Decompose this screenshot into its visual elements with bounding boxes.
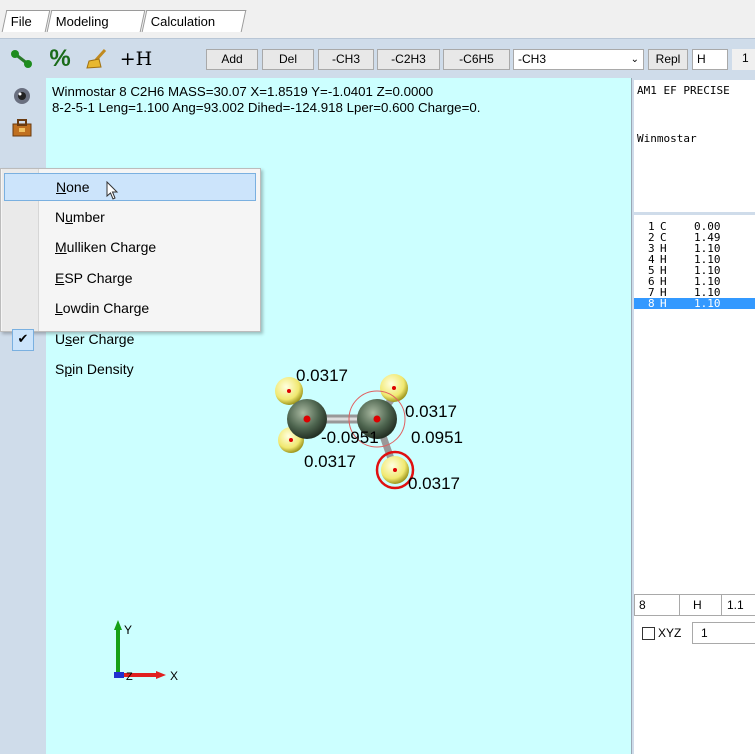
delete-button[interactable]: Del [262, 49, 314, 70]
atom-edit-row[interactable]: 8 H 1.1 [634, 594, 755, 616]
edit-atom-element[interactable]: H [693, 598, 702, 612]
keyword-textarea[interactable]: AM1 EF PRECISE Winmostar [634, 80, 755, 212]
charge-label-c2: 0.0951 [411, 428, 463, 447]
checkmark-icon: ✔ [12, 328, 34, 351]
tab-modeling[interactable]: Modeling [46, 10, 146, 32]
charge-label-c1: -0.0951 [321, 428, 379, 447]
atom-h-top-right[interactable] [380, 374, 408, 402]
menu-item-esp-charge[interactable]: ESP Charge [4, 265, 256, 293]
axis-x-label: X [170, 669, 178, 683]
output-area [634, 655, 755, 754]
edit-atom-number[interactable]: 8 [639, 598, 646, 612]
add-button[interactable]: Add [206, 49, 258, 70]
menu-item-spin-density[interactable]: Spin Density [4, 356, 256, 384]
ch3-button[interactable]: -CH3 [318, 49, 374, 70]
divider [721, 595, 722, 615]
axis-triad [114, 620, 166, 679]
tab-file[interactable]: File [1, 10, 51, 32]
replace-button[interactable]: Repl [648, 49, 688, 70]
xyz-checkbox[interactable] [642, 627, 655, 640]
menu-item-number[interactable]: Number [4, 204, 256, 232]
menu-item-label: Number [55, 208, 105, 225]
tab-strip: File Modeling Calculation [0, 0, 755, 38]
menu-item-label: Spin Density [55, 361, 134, 377]
c2h3-button[interactable]: -C2H3 [377, 49, 440, 70]
bond-tool-icon[interactable] [8, 45, 36, 73]
add-hydrogen-icon[interactable]: +H [120, 45, 153, 73]
label-type-menu: None Number Mulliken Charge ESP Charge Lowdi… [0, 168, 261, 377]
axis-z-label: Z [126, 671, 133, 683]
menu-item-lowdin-charge[interactable]: Lowdin Charge [4, 295, 256, 323]
fragment-select[interactable]: -CH3 ⌄ [513, 49, 644, 70]
atom-row[interactable]: 8 H 1.10 [634, 298, 755, 309]
toolbar: % +H Add Del -CH3 -C2H3 -C6H5 -CH3 ⌄ Rep… [0, 38, 755, 79]
menu-item-none[interactable]: None [4, 173, 256, 201]
atom-field[interactable]: H [692, 49, 728, 70]
chevron-down-icon: ⌄ [630, 54, 639, 65]
divider [679, 595, 680, 615]
toolbox-icon[interactable] [11, 118, 33, 141]
charge-label-h4: 0.0317 [408, 474, 460, 493]
broom-icon[interactable] [84, 45, 112, 73]
menu-item-label: Mulliken Charge [55, 239, 157, 255]
edit-atom-value[interactable]: 1.1 [727, 598, 744, 612]
mouse-cursor-icon [106, 181, 119, 200]
tab-calculation[interactable]: Calculation [141, 10, 247, 32]
extra-field[interactable]: 1 [732, 49, 755, 70]
menu-item-user-charge[interactable]: User Charge ✔ [4, 326, 256, 354]
menu-item-mulliken-charge[interactable]: Mulliken Charge [4, 234, 256, 262]
atom-number: 8 [648, 297, 655, 310]
charge-label-h3: 0.0317 [304, 452, 356, 471]
camera-icon[interactable] [12, 86, 32, 109]
charge-label-h2: 0.0317 [405, 402, 457, 421]
menu-item-label: ESP Charge [55, 269, 133, 286]
xyz-field[interactable]: 1 [692, 622, 755, 644]
menu-item-label: None [56, 179, 90, 195]
menu-item-label: User Charge [55, 330, 135, 347]
percent-tool-icon[interactable]: % [46, 45, 74, 73]
menu-item-label: Lowdin Charge [55, 300, 150, 316]
right-panel: AM1 EF PRECISE Winmostar 1 C 0.00 2 C 1.49 3 H 1… [631, 78, 755, 754]
xyz-label: XYZ [658, 626, 682, 640]
axis-y-label: Y [124, 623, 132, 637]
charge-label-h1: 0.0317 [296, 366, 348, 385]
atom-coordinate: 1.10 [694, 297, 721, 310]
atom-element: H [660, 297, 667, 310]
c6h5-button[interactable]: -C6H5 [443, 49, 510, 70]
